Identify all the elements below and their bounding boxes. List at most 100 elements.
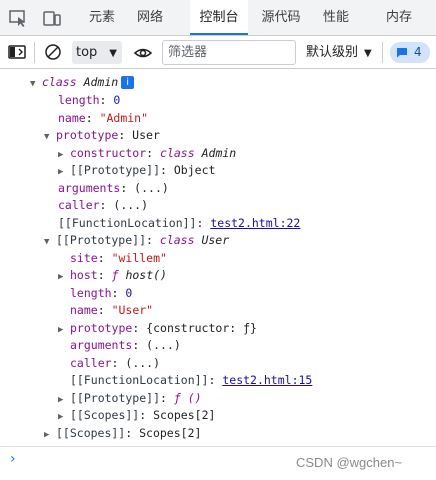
expanded-triangle-icon[interactable]: ▼: [44, 234, 56, 252]
tab-console[interactable]: 控制台: [190, 0, 248, 35]
tree-row-length: length: 0: [58, 93, 121, 107]
tab-elements[interactable]: 元素: [80, 0, 124, 35]
property-key: prototype: [70, 321, 133, 335]
property-key: length: [58, 93, 100, 107]
property-value: (...): [125, 356, 161, 370]
context-value: top: [76, 45, 98, 60]
clear-console-icon[interactable]: [43, 42, 63, 62]
expanded-triangle-icon[interactable]: ▼: [30, 76, 42, 94]
property-key: [[FunctionLocation]]: [58, 216, 197, 230]
property-value: {constructor: ƒ}: [146, 321, 257, 335]
console-output: ▼ class Admin i length: 0 name: "Admin" ▼ p…: [0, 70, 436, 446]
tree-row-root[interactable]: ▼ class Admin i: [30, 74, 135, 94]
issues-count: 4: [414, 45, 422, 59]
collapsed-triangle-icon[interactable]: ▶: [58, 164, 70, 182]
tree-row-prototype[interactable]: ▼ prototype: User: [44, 127, 160, 145]
collapsed-triangle-icon[interactable]: ▶: [58, 269, 70, 287]
tree-row-prototype-user[interactable]: ▼ [[Prototype]]: class User: [44, 232, 229, 250]
class-name: Admin: [83, 75, 119, 89]
tree-row-scopes[interactable]: ▶ [[Scopes]]: Scopes[2]: [44, 425, 201, 443]
tab-network[interactable]: 网络: [128, 0, 172, 35]
sidebar-toggle-icon[interactable]: [7, 42, 27, 62]
inspect-element-icon[interactable]: [8, 8, 28, 28]
tree-row-user-prototype[interactable]: ▶ prototype: {constructor: ƒ}: [58, 320, 257, 338]
tree-row-caller[interactable]: caller: (...): [58, 197, 148, 215]
class-name: User: [201, 233, 230, 247]
property-key: name: [58, 111, 86, 125]
property-value: Scopes[2]: [139, 426, 202, 440]
collapsed-triangle-icon[interactable]: ▶: [58, 409, 70, 427]
property-key: host: [70, 268, 98, 282]
toolbar-divider: [34, 42, 35, 63]
property-value: (...): [146, 338, 181, 352]
property-key: caller: [58, 198, 100, 212]
log-levels-label: 默认级别: [306, 45, 359, 60]
class-name: Admin: [201, 146, 237, 160]
tree-row-user-inner-prototype[interactable]: ▶ [[Prototype]]: ƒ (): [58, 390, 202, 408]
device-toolbar-icon[interactable]: [42, 8, 62, 28]
property-value: "Admin": [99, 111, 149, 125]
property-value: 0: [125, 286, 133, 300]
tree-row-inner-prototype[interactable]: ▶ [[Prototype]]: Object: [58, 162, 215, 180]
property-key: [[Scopes]]: [56, 426, 126, 440]
property-value: Object: [173, 163, 216, 177]
chevron-down-icon: ▼: [109, 48, 117, 59]
tree-row-function-location: [[FunctionLocation]]: test2.html:22: [58, 216, 301, 230]
issues-badge[interactable]: 4: [390, 42, 430, 63]
message-icon: [397, 48, 407, 58]
tree-row-user-name: name: "User": [70, 303, 154, 317]
prompt-chevron-icon: ›: [10, 451, 16, 467]
class-keyword: class: [160, 146, 195, 160]
property-value: (...): [113, 198, 149, 212]
tab-memory[interactable]: 内存: [376, 0, 422, 35]
property-key: arguments: [58, 181, 121, 195]
console-prompt[interactable]: › CSDN @wgchen~: [0, 446, 436, 480]
property-value: "User": [111, 303, 154, 317]
property-key: [[Prototype]]: [56, 233, 147, 247]
property-key: length: [70, 286, 112, 300]
tree-row-user-caller[interactable]: caller: (...): [70, 355, 160, 373]
tree-row-site: site: "willem": [70, 251, 167, 265]
source-link[interactable]: test2.html:15: [222, 373, 312, 387]
tree-row-name: name: "Admin": [58, 111, 149, 125]
property-key: [[FunctionLocation]]: [70, 373, 209, 387]
console-toolbar: top ▼ 默认级别 ▼ 4: [0, 36, 436, 69]
tree-row-user-function-location: [[FunctionLocation]]: test2.html:15: [70, 373, 313, 387]
property-value: User: [132, 128, 160, 142]
toolbar-divider: [382, 42, 383, 63]
devtools-tabbar: 元素 网络 控制台 源代码 性能 内存: [0, 0, 436, 36]
function-name: host(): [125, 268, 167, 282]
property-value: ƒ (): [173, 391, 202, 405]
expanded-triangle-icon[interactable]: ▼: [44, 129, 56, 147]
info-icon[interactable]: i: [121, 76, 135, 89]
tree-row-arguments[interactable]: arguments: (...): [58, 180, 169, 198]
tree-row-user-length: length: 0: [70, 286, 133, 300]
property-key: prototype: [56, 128, 119, 142]
property-key: [[Prototype]]: [70, 391, 161, 405]
property-key: site: [70, 251, 98, 265]
tree-row-host[interactable]: ▶ host: ƒ host(): [58, 267, 167, 285]
property-key: [[Prototype]]: [70, 163, 161, 177]
filter-input[interactable]: [162, 40, 296, 65]
watermark: CSDN @wgchen~: [296, 455, 403, 470]
collapsed-triangle-icon[interactable]: ▶: [44, 427, 56, 445]
property-value: 0: [113, 93, 121, 107]
property-key: arguments: [70, 338, 133, 352]
tree-row-user-arguments[interactable]: arguments: (...): [70, 337, 181, 355]
property-value: "willem": [111, 251, 167, 265]
tree-row-user-scopes[interactable]: ▶ [[Scopes]]: Scopes[2]: [58, 407, 215, 425]
property-value: Scopes[2]: [153, 408, 216, 422]
tab-sources[interactable]: 源代码: [254, 0, 308, 35]
source-link[interactable]: test2.html:22: [210, 216, 300, 230]
property-value: (...): [134, 181, 169, 195]
function-keyword: ƒ: [111, 268, 119, 282]
tree-row-constructor[interactable]: ▶ constructor: class Admin: [58, 145, 236, 163]
property-key: name: [70, 303, 98, 317]
context-selector[interactable]: top ▼: [72, 41, 122, 64]
live-expression-eye-icon[interactable]: [133, 43, 153, 63]
tab-performance[interactable]: 性能: [314, 0, 358, 35]
log-levels-dropdown[interactable]: 默认级别 ▼: [306, 36, 372, 69]
property-key: caller: [70, 356, 112, 370]
collapsed-triangle-icon[interactable]: ▶: [58, 322, 70, 340]
property-key: [[Scopes]]: [70, 408, 140, 422]
